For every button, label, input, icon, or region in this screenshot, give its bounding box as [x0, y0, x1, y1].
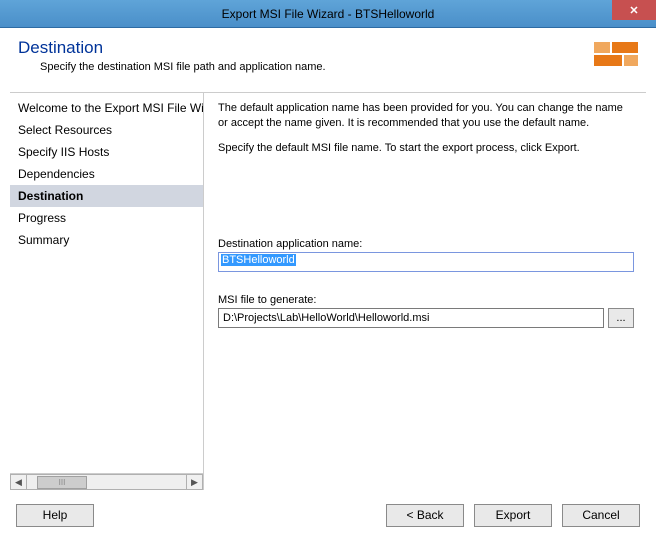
scroll-left-icon[interactable]: ◀: [10, 474, 27, 490]
browse-button[interactable]: ...: [608, 308, 634, 328]
page-subtitle: Specify the destination MSI file path an…: [40, 61, 638, 73]
wizard-header: Destination Specify the destination MSI …: [0, 28, 656, 92]
app-name-label: Destination application name:: [218, 238, 634, 250]
wizard-footer: Help < Back Export Cancel: [0, 490, 656, 540]
wizard-main-panel: The default application name has been pr…: [204, 93, 646, 490]
sidebar-item-summary[interactable]: Summary: [10, 229, 203, 251]
sidebar-item-welcome[interactable]: Welcome to the Export MSI File Wiz: [10, 97, 203, 119]
wizard-steps-sidebar: Welcome to the Export MSI File Wiz Selec…: [10, 93, 204, 490]
sidebar-item-progress[interactable]: Progress: [10, 207, 203, 229]
scroll-thumb[interactable]: III: [37, 476, 87, 489]
export-button[interactable]: Export: [474, 504, 552, 527]
cancel-button[interactable]: Cancel: [562, 504, 640, 527]
sidebar-item-iis-hosts[interactable]: Specify IIS Hosts: [10, 141, 203, 163]
intro-text-1: The default application name has been pr…: [218, 101, 634, 131]
scroll-right-icon[interactable]: ▶: [186, 474, 203, 490]
page-title: Destination: [18, 38, 638, 58]
scroll-track[interactable]: III: [27, 474, 186, 490]
sidebar-horizontal-scrollbar[interactable]: ◀ III ▶: [10, 473, 203, 490]
wizard-steps-list: Welcome to the Export MSI File Wiz Selec…: [10, 97, 203, 473]
help-button[interactable]: Help: [16, 504, 94, 527]
app-name-input[interactable]: BTSHelloworld: [218, 252, 634, 272]
title-bar: Export MSI File Wizard - BTSHelloworld ✕: [0, 0, 656, 28]
wizard-logo-icon: [594, 42, 638, 72]
wizard-body: Welcome to the Export MSI File Wiz Selec…: [10, 92, 646, 490]
close-button[interactable]: ✕: [612, 0, 656, 20]
sidebar-item-dependencies[interactable]: Dependencies: [10, 163, 203, 185]
msi-file-input[interactable]: [218, 308, 604, 328]
intro-text-2: Specify the default MSI file name. To st…: [218, 141, 634, 156]
back-button[interactable]: < Back: [386, 504, 464, 527]
sidebar-item-destination[interactable]: Destination: [10, 185, 203, 207]
app-name-value: BTSHelloworld: [221, 254, 296, 266]
msi-file-label: MSI file to generate:: [218, 294, 634, 306]
sidebar-item-select-resources[interactable]: Select Resources: [10, 119, 203, 141]
close-icon: ✕: [629, 4, 638, 17]
window-title: Export MSI File Wizard - BTSHelloworld: [222, 7, 435, 21]
